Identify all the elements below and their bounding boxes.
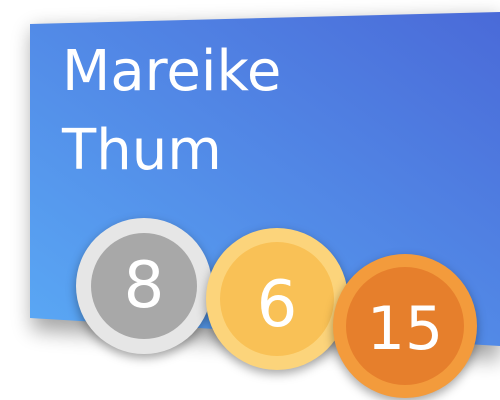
silver-medal: 8 bbox=[76, 218, 212, 354]
first-name: Mareike bbox=[62, 39, 282, 104]
bronze-medal-count: 15 bbox=[366, 294, 444, 364]
profile-card-stage: Mareike Thum 8 6 15 bbox=[0, 0, 500, 400]
silver-medal-count: 8 bbox=[123, 249, 165, 323]
bronze-medal: 15 bbox=[333, 254, 477, 398]
last-name: Thum bbox=[62, 118, 222, 183]
gold-medal: 6 bbox=[206, 228, 348, 370]
gold-medal-count: 6 bbox=[256, 268, 298, 342]
